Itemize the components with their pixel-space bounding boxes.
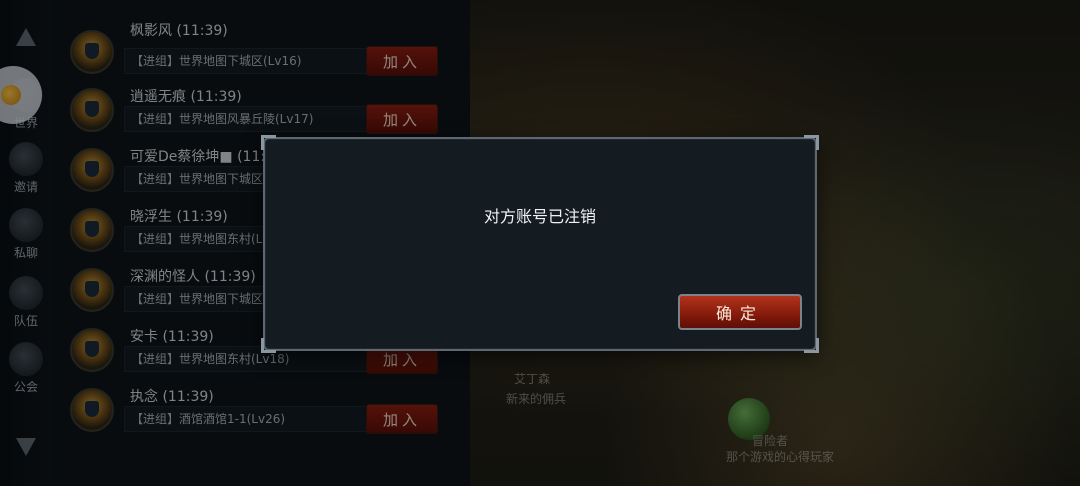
confirm-button[interactable]: 确定 (678, 294, 802, 330)
dialog-corner-ornament (261, 338, 276, 353)
dialog-corner-ornament (804, 135, 819, 150)
dialog-message: 对方账号已注销 (483, 207, 596, 226)
dialog-corner-ornament (261, 135, 276, 150)
dialog-corner-ornament (804, 338, 819, 353)
account-deleted-dialog: 对方账号已注销 确定 (261, 135, 819, 353)
